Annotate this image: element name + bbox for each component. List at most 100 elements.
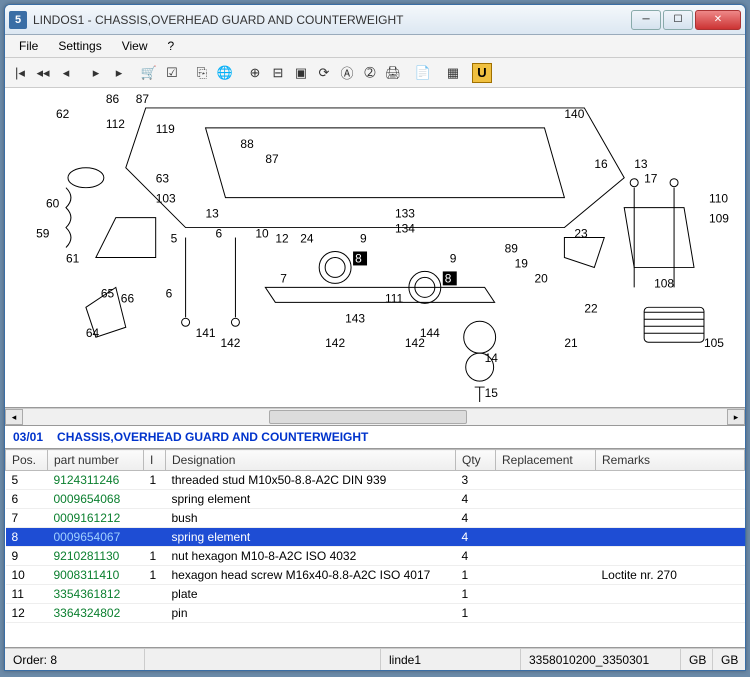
callout-label[interactable]: 14 xyxy=(485,351,499,365)
callout-label[interactable]: 9 xyxy=(360,232,367,246)
minimize-button[interactable]: ─ xyxy=(631,10,661,30)
callout-label[interactable]: 141 xyxy=(196,326,216,340)
col-replacement[interactable]: Replacement xyxy=(496,450,596,471)
col-pos[interactable]: Pos. xyxy=(6,450,48,471)
callout-label[interactable]: 15 xyxy=(485,386,499,400)
callout-label[interactable]: 24 xyxy=(300,232,314,246)
zoom-in-icon[interactable]: ⊕ xyxy=(244,62,266,84)
callout-label[interactable]: 64 xyxy=(86,326,100,340)
callout-label[interactable]: 66 xyxy=(121,291,135,305)
table-row[interactable]: 70009161212bush4 xyxy=(6,509,745,528)
callout-label[interactable]: 8 xyxy=(445,271,452,285)
callout-label[interactable]: 143 xyxy=(345,311,365,325)
callout-label[interactable]: 140 xyxy=(564,107,584,121)
callout-label[interactable]: 89 xyxy=(505,241,519,255)
scroll-left-arrow[interactable]: ◂ xyxy=(5,409,23,425)
callout-label[interactable]: 6 xyxy=(216,227,223,241)
maximize-button[interactable]: ☐ xyxy=(663,10,693,30)
page-down-icon[interactable]: ▸ xyxy=(108,62,130,84)
scroll-right-arrow[interactable]: ▸ xyxy=(727,409,745,425)
page-icon[interactable]: 📄 xyxy=(412,62,434,84)
callout-label[interactable]: 87 xyxy=(265,152,279,166)
menu-help[interactable]: ? xyxy=(160,37,183,55)
refresh-icon[interactable]: ⟳ xyxy=(313,62,335,84)
table-row[interactable]: 113354361812plate1 xyxy=(6,585,745,604)
close-button[interactable]: ✕ xyxy=(695,10,741,30)
callout-label[interactable]: 63 xyxy=(156,172,170,186)
fit-icon[interactable]: ▣ xyxy=(290,62,312,84)
table-row[interactable]: 80009654067spring element4 xyxy=(6,528,745,547)
rewind-icon[interactable]: ◂◂ xyxy=(32,62,54,84)
callout-label[interactable]: 142 xyxy=(220,336,240,350)
callout-label[interactable]: 6 xyxy=(166,286,173,300)
cart-icon[interactable]: 🛒 xyxy=(138,62,160,84)
callout-label[interactable]: 9 xyxy=(450,251,457,265)
scroll-thumb[interactable] xyxy=(269,410,466,424)
callout-label[interactable]: 109 xyxy=(709,212,729,226)
callout-label[interactable]: 17 xyxy=(644,172,658,186)
callout-label[interactable]: 110 xyxy=(709,192,728,206)
scroll-track[interactable] xyxy=(23,410,727,424)
callout-label[interactable]: 60 xyxy=(46,197,60,211)
callout-label[interactable]: 16 xyxy=(594,157,608,171)
callout-label[interactable]: 87 xyxy=(136,92,150,106)
callout-label[interactable]: 59 xyxy=(36,227,50,241)
callout-label[interactable]: 7 xyxy=(280,271,287,285)
callout-label[interactable]: 20 xyxy=(535,271,549,285)
callout-label[interactable]: 62 xyxy=(56,107,70,121)
callout-label[interactable]: 111 xyxy=(385,291,404,305)
window-title: LINDOS1 - CHASSIS,OVERHEAD GUARD AND COU… xyxy=(33,13,631,27)
callout-label[interactable]: 23 xyxy=(574,227,588,241)
callout-label[interactable]: 12 xyxy=(275,232,289,246)
callout-label[interactable]: 5 xyxy=(171,232,178,246)
callout-label[interactable]: 13 xyxy=(206,207,220,221)
zoom-out-icon[interactable]: ⊟ xyxy=(267,62,289,84)
table-row[interactable]: 591243112461threaded stud M10x50-8.8-A2C… xyxy=(6,471,745,490)
diagram-viewport[interactable]: 6286871121198887133134140161317110109108… xyxy=(5,88,745,408)
callout-label[interactable]: 8 xyxy=(355,251,362,265)
block-icon[interactable]: ▦ xyxy=(442,62,464,84)
callout-label[interactable]: 88 xyxy=(240,137,254,151)
parts-table-wrap[interactable]: Pos. part number I Designation Qty Repla… xyxy=(5,449,745,648)
table-row[interactable]: 123364324802pin1 xyxy=(6,604,745,623)
callout-label[interactable]: 105 xyxy=(704,336,724,350)
find-icon[interactable]: ➁ xyxy=(359,62,381,84)
callout-label[interactable]: 134 xyxy=(395,222,415,236)
col-part-number[interactable]: part number xyxy=(48,450,144,471)
callout-label[interactable]: 108 xyxy=(654,276,674,290)
col-remarks[interactable]: Remarks xyxy=(596,450,745,471)
callout-label[interactable]: 133 xyxy=(395,207,415,221)
check-icon[interactable]: ☑ xyxy=(161,62,183,84)
callout-label[interactable]: 65 xyxy=(101,286,115,300)
first-icon[interactable]: |◂ xyxy=(9,62,31,84)
menu-view[interactable]: View xyxy=(114,37,156,55)
table-row[interactable]: 992102811301nut hexagon M10-8-A2C ISO 40… xyxy=(6,547,745,566)
callout-label[interactable]: 142 xyxy=(325,336,345,350)
print-icon[interactable]: 🖨 xyxy=(382,62,404,84)
table-row[interactable]: 1090083114101hexagon head screw M16x40-8… xyxy=(6,566,745,585)
menu-settings[interactable]: Settings xyxy=(50,37,109,55)
col-qty[interactable]: Qty xyxy=(456,450,496,471)
callout-label[interactable]: 103 xyxy=(156,192,176,206)
callout-label[interactable]: 22 xyxy=(584,301,598,315)
callout-label[interactable]: 10 xyxy=(255,227,269,241)
callout-label[interactable]: 86 xyxy=(106,92,120,106)
callout-label[interactable]: 119 xyxy=(156,122,175,136)
callout-label[interactable]: 61 xyxy=(66,251,80,265)
callout-label[interactable]: 21 xyxy=(564,336,578,350)
menu-file[interactable]: File xyxy=(11,37,46,55)
callout-label[interactable]: 112 xyxy=(106,117,125,131)
horizontal-scrollbar[interactable]: ◂ ▸ xyxy=(5,408,745,426)
u-button[interactable]: U xyxy=(472,63,492,83)
globe-icon[interactable]: 🌐 xyxy=(214,62,236,84)
page-up-icon[interactable]: ▸ xyxy=(85,62,107,84)
callout-label[interactable]: 19 xyxy=(515,256,529,270)
table-row[interactable]: 60009654068spring element4 xyxy=(6,490,745,509)
nav-icon[interactable]: ⎘ xyxy=(191,62,213,84)
marker-icon[interactable]: Ⓐ xyxy=(336,62,358,84)
col-i[interactable]: I xyxy=(144,450,166,471)
prev-icon[interactable]: ◂ xyxy=(55,62,77,84)
col-designation[interactable]: Designation xyxy=(166,450,456,471)
callout-label[interactable]: 13 xyxy=(634,157,648,171)
callout-label[interactable]: 144 xyxy=(420,326,440,340)
